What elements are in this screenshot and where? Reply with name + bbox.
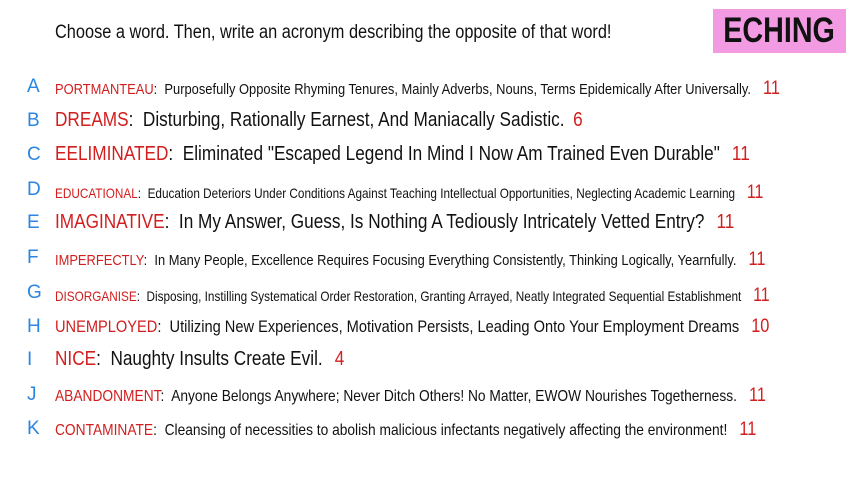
entry-acronym: Naughty Insults Create Evil. <box>110 348 323 370</box>
entry-line: IMAGINATIVE: In My Answer, Guess, Is Not… <box>55 211 735 233</box>
entry-acronym: Education Deteriors Under Conditions Aga… <box>147 185 736 201</box>
entry-count: 11 <box>746 182 764 203</box>
entry-e: E IMAGINATIVE: In My Answer, Guess, Is N… <box>0 211 853 237</box>
entry-count: 11 <box>739 419 757 440</box>
entry-line: CONTAMINATE: Cleansing of necessities to… <box>55 419 757 440</box>
entry-letter: G <box>27 282 42 303</box>
entry-word: UNEMPLOYED <box>55 317 158 336</box>
entry-acronym: Anyone Belongs Anywhere; Never Ditch Oth… <box>171 388 737 405</box>
entry-f: F IMPERFECTLY: In Many People, Excellenc… <box>0 246 853 270</box>
entry-acronym: Purposefully Opposite Rhyming Tenures, M… <box>164 81 751 98</box>
entry-count: 11 <box>748 249 766 270</box>
entry-word: PORTMANTEAU <box>55 81 154 98</box>
badge-label: ECHING <box>723 11 836 50</box>
entry-line: ABANDONMENT: Anyone Belongs Anywhere; Ne… <box>55 385 766 406</box>
eching-badge: ECHING <box>713 9 846 53</box>
entry-h: H UNEMPLOYED: Utilizing New Experiences,… <box>0 315 853 339</box>
acronym-slide: Choose a word. Then, write an acronym de… <box>0 0 853 480</box>
entry-line: DREAMS: Disturbing, Rationally Earnest, … <box>55 109 583 131</box>
entry-letter: F <box>27 247 39 268</box>
entry-letter: E <box>27 212 40 233</box>
entry-c: C EELIMINATED: Eliminated "Escaped Legen… <box>0 143 853 169</box>
entry-acronym: Disturbing, Rationally Earnest, And Mani… <box>142 109 565 131</box>
entry-line: EELIMINATED: Eliminated "Escaped Legend … <box>55 143 750 165</box>
entry-line: PORTMANTEAU: Purposefully Opposite Rhymi… <box>55 78 780 99</box>
entry-word: NICE <box>55 348 97 370</box>
entry-line: EDUCATIONAL: Education Deteriors Under C… <box>55 182 764 203</box>
entry-line: DISORGANISE: Disposing, Instilling Syste… <box>55 285 770 306</box>
entry-word: EELIMINATED <box>55 143 169 165</box>
entry-count: 10 <box>751 316 770 337</box>
entry-count: 11 <box>753 285 770 306</box>
entry-a: A PORTMANTEAU: Purposefully Opposite Rhy… <box>0 75 853 99</box>
entry-letter: H <box>27 316 41 337</box>
entry-b: B DREAMS: Disturbing, Rationally Earnest… <box>0 109 853 135</box>
entry-d: D EDUCATIONAL: Education Deteriors Under… <box>0 178 853 203</box>
entry-i: I NICE: Naughty Insults Create Evil. 4 <box>0 348 853 374</box>
entry-letter: C <box>27 144 41 165</box>
entry-count: 6 <box>573 109 583 131</box>
entry-letter: D <box>27 179 41 200</box>
entry-line: IMPERFECTLY: In Many People, Excellence … <box>55 249 766 270</box>
entry-word: IMPERFECTLY <box>55 252 144 269</box>
entry-acronym: Eliminated "Escaped Legend In Mind I Now… <box>182 143 720 165</box>
entry-word: IMAGINATIVE <box>55 211 165 233</box>
entry-letter: I <box>27 349 33 370</box>
prompt-text: Choose a word. Then, write an acronym de… <box>55 22 612 43</box>
entry-count: 4 <box>334 348 345 370</box>
entry-acronym: In Many People, Excellence Requires Focu… <box>154 252 737 269</box>
entry-letter: J <box>27 384 37 405</box>
entry-letter: B <box>27 110 40 131</box>
entry-letter: K <box>27 418 40 439</box>
entry-count: 11 <box>762 78 780 99</box>
entry-word: DISORGANISE <box>55 288 137 304</box>
entry-count: 11 <box>716 211 735 233</box>
entry-count: 11 <box>731 143 750 165</box>
entry-acronym: Utilizing New Experiences, Motivation Pe… <box>169 317 740 336</box>
entry-j: J ABANDONMENT: Anyone Belongs Anywhere; … <box>0 383 853 407</box>
entry-g: G DISORGANISE: Disposing, Instilling Sys… <box>0 281 853 306</box>
entry-line: UNEMPLOYED: Utilizing New Experiences, M… <box>55 316 770 337</box>
entry-word: DREAMS <box>55 109 129 131</box>
entry-acronym: Cleansing of necessities to abolish mali… <box>164 422 728 439</box>
entry-letter: A <box>27 76 40 97</box>
entry-count: 11 <box>748 385 766 406</box>
entry-k: K CONTAMINATE: Cleansing of necessities … <box>0 417 853 441</box>
entry-word: ABANDONMENT <box>55 388 161 405</box>
entry-word: EDUCATIONAL <box>55 185 138 201</box>
entry-acronym: Disposing, Instilling Systematical Order… <box>146 288 742 304</box>
entry-line: NICE: Naughty Insults Create Evil. 4 <box>55 348 345 370</box>
entry-word: CONTAMINATE <box>55 422 154 439</box>
entry-acronym: In My Answer, Guess, Is Nothing A Tediou… <box>178 211 705 233</box>
